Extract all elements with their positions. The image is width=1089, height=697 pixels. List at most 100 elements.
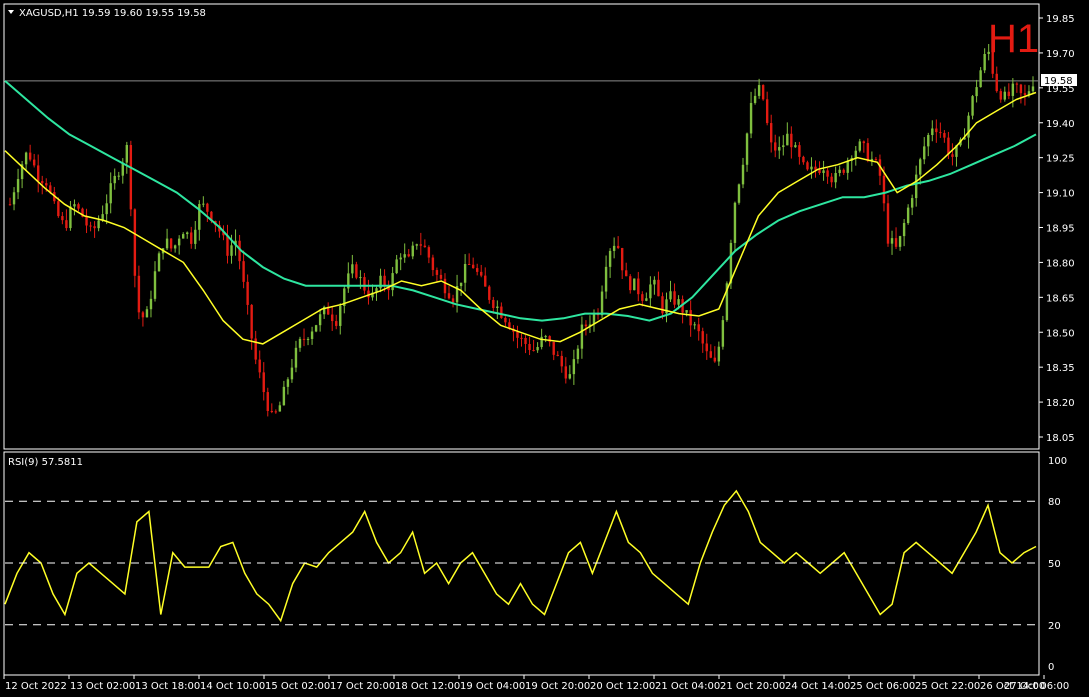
bull-candle	[105, 203, 108, 215]
rsi-title: RSI(9) 57.5811	[8, 457, 83, 468]
bear-candle	[761, 85, 765, 100]
bull-candle	[306, 338, 310, 340]
bull-candle	[351, 264, 354, 274]
bull-candle	[145, 309, 149, 318]
price-tick-label: 19.25	[1046, 154, 1075, 165]
bear-candle	[383, 275, 386, 286]
rsi-tick-label: 100	[1048, 456, 1067, 467]
bear-candle	[270, 411, 273, 413]
bear-candle	[625, 270, 628, 277]
bull-candle	[778, 147, 781, 151]
bull-candle	[753, 95, 757, 103]
bear-candle	[806, 162, 809, 170]
bull-candle	[580, 324, 584, 349]
bear-candle	[129, 145, 133, 210]
bull-candle	[568, 374, 572, 379]
bull-candle	[318, 314, 322, 326]
bull-candle	[459, 282, 463, 287]
bear-candle	[641, 294, 644, 301]
bull-candle	[399, 257, 402, 260]
bull-candle	[910, 198, 914, 208]
bear-candle	[524, 337, 527, 344]
bear-candle	[475, 268, 479, 272]
bear-candle	[480, 271, 483, 276]
bear-candle	[790, 133, 793, 148]
bull-candle	[339, 306, 342, 326]
bull-candle	[927, 135, 930, 147]
bull-candle	[230, 245, 233, 256]
bear-candle	[32, 159, 36, 166]
bear-candle	[266, 392, 269, 412]
price-tick-label: 19.70	[1046, 49, 1075, 60]
time-axis: 12 Oct 2022 13 Oct 02:00 13 Oct 18:00 14 Oc…	[3, 675, 1069, 692]
bear-candle	[935, 128, 938, 133]
bear-candle	[673, 291, 676, 305]
bull-candle	[741, 164, 745, 185]
bull-candle	[737, 184, 741, 203]
bull-candle	[113, 175, 116, 184]
time-tick-label: 12 Oct 2022	[5, 681, 67, 692]
bull-candle	[298, 338, 302, 348]
bull-candle	[669, 291, 672, 300]
bull-candle	[403, 254, 406, 258]
bull-candle	[149, 298, 153, 310]
bull-candle	[294, 347, 298, 368]
rsi-axis: 100 80 50 20 0	[5, 456, 1067, 673]
bear-candle	[584, 324, 588, 327]
bear-candle	[302, 338, 306, 340]
bear-candle	[250, 304, 253, 339]
bull-candle	[898, 236, 902, 247]
bull-candle	[653, 279, 656, 285]
bull-candle	[858, 141, 862, 151]
bull-candle	[173, 245, 177, 249]
bull-candle	[314, 325, 318, 332]
time-tick-label: 25 Oct 22:00	[915, 681, 980, 692]
rsi-tick-label: 50	[1048, 559, 1061, 570]
price-tick-label: 19.40	[1046, 119, 1075, 130]
rsi-tick-label: 0	[1048, 662, 1054, 673]
bull-candle	[854, 150, 857, 158]
bull-candle	[540, 336, 543, 348]
bull-candle	[931, 128, 934, 136]
bull-candle	[822, 170, 825, 173]
bull-candle	[649, 284, 652, 299]
bull-candle	[411, 245, 414, 257]
bull-candle	[391, 273, 394, 291]
bear-candle	[697, 324, 700, 332]
bull-candle	[834, 173, 837, 183]
symbol-menu-icon[interactable]	[8, 10, 14, 14]
bear-candle	[28, 152, 32, 160]
bull-candle	[576, 348, 580, 360]
bear-candle	[65, 220, 68, 229]
bull-candle	[69, 206, 72, 229]
bear-candle	[620, 248, 624, 271]
bear-candle	[943, 133, 946, 138]
bull-candle	[919, 159, 922, 175]
time-tick-label: 13 Oct 02:00	[70, 681, 135, 692]
bull-candle	[310, 331, 314, 339]
bear-candle	[77, 204, 80, 209]
bear-candle	[37, 165, 40, 182]
bear-candle	[141, 312, 145, 318]
bear-candle	[246, 281, 249, 305]
bear-candle	[488, 286, 491, 300]
time-tick-label: 17 Oct 20:00	[330, 681, 395, 692]
bull-candle	[906, 207, 910, 223]
ma-slow-line	[4, 80, 1037, 322]
bull-candle	[757, 85, 761, 96]
bull-candle	[395, 259, 398, 274]
time-tick-label: 13 Oct 18:00	[135, 681, 200, 692]
bear-candle	[137, 275, 141, 313]
bull-candle	[612, 245, 616, 251]
bear-candle	[765, 99, 769, 124]
bull-candle	[16, 179, 20, 193]
bear-candle	[556, 354, 559, 356]
bull-candle	[286, 379, 290, 387]
bull-candle	[645, 298, 648, 301]
timeframe-label: H1	[988, 17, 1039, 61]
bear-candle	[467, 263, 471, 265]
bull-candle	[359, 277, 362, 279]
bull-candle	[975, 87, 978, 97]
bull-candle	[786, 133, 789, 146]
rsi-tick-label: 80	[1048, 497, 1061, 508]
